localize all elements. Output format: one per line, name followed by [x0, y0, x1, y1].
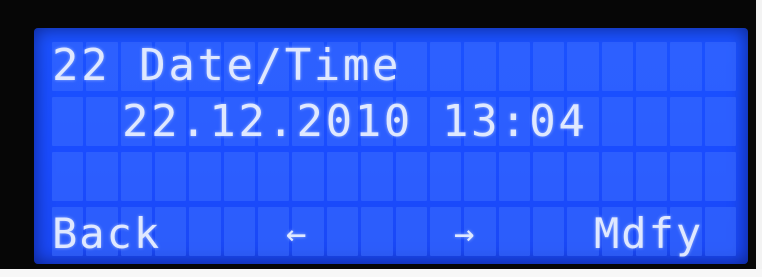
lcd-cell — [395, 207, 427, 256]
lcd-cell — [704, 152, 736, 201]
modify-softkey[interactable]: Mdfy — [594, 210, 703, 258]
lcd-cell — [429, 152, 462, 201]
lcd-cell — [86, 97, 118, 146]
menu-title: 22 Date/Time — [52, 40, 402, 91]
lcd-cell — [258, 207, 290, 256]
lcd-cell — [498, 152, 530, 201]
lcd-cell — [532, 152, 565, 201]
lcd-cell — [189, 207, 221, 256]
lcd-cell — [86, 152, 118, 201]
lcd-cell — [189, 152, 221, 201]
lcd-cell — [155, 152, 187, 201]
lcd-cell — [395, 152, 427, 201]
lcd-cell — [223, 152, 256, 201]
lcd-cell — [670, 152, 702, 201]
lcd-cell — [601, 152, 633, 201]
lcd-cell — [292, 152, 324, 201]
left-arrow-icon[interactable]: ← — [286, 210, 308, 258]
lcd-cell — [120, 152, 153, 201]
lcd-cell — [326, 152, 359, 201]
lcd-cell — [361, 207, 393, 256]
lcd-cell — [52, 97, 84, 146]
lcd-cell — [361, 152, 393, 201]
lcd-cell — [258, 152, 290, 201]
lcd-cell — [567, 152, 599, 201]
lcd-cell — [704, 207, 736, 256]
lcd-cell — [52, 152, 84, 201]
lcd-cell — [326, 207, 359, 256]
lcd-cell — [532, 207, 565, 256]
lcd-cell — [223, 207, 256, 256]
lcd-cell — [464, 152, 496, 201]
back-softkey[interactable]: Back — [52, 210, 161, 258]
device-bezel: 22 Date/Time 22.12.2010 13:04 Back ← → M… — [0, 0, 762, 277]
right-arrow-icon[interactable]: → — [454, 210, 476, 258]
lcd-screen: 22 Date/Time 22.12.2010 13:04 Back ← → M… — [34, 28, 748, 264]
datetime-value: 22.12.2010 13:04 — [122, 96, 588, 147]
lcd-cell — [498, 207, 530, 256]
lcd-cell — [635, 152, 668, 201]
